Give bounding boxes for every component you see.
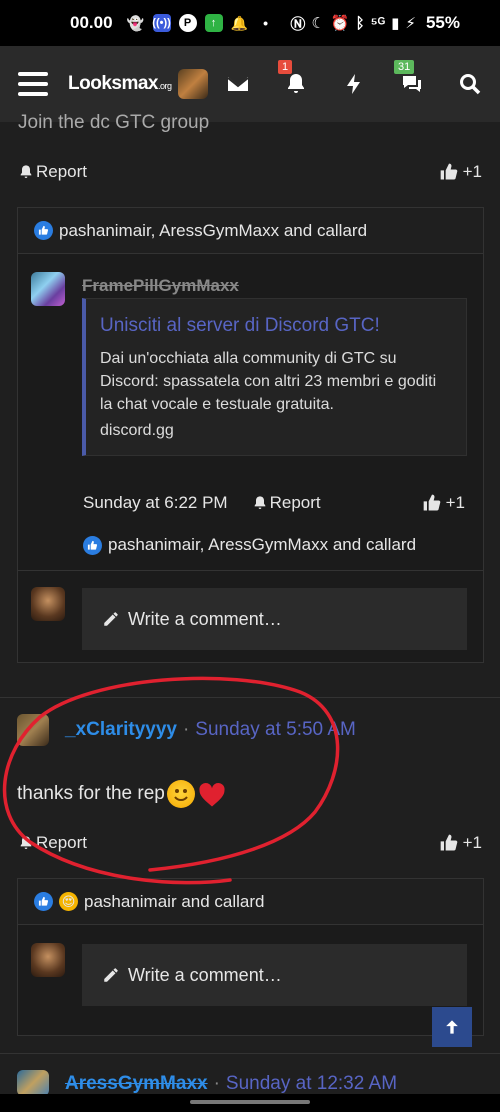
bell-report-icon xyxy=(254,496,265,509)
comment-author[interactable]: FramePillGymMaxx xyxy=(82,276,239,296)
comment-divider xyxy=(18,570,484,571)
post2-reactions-bar[interactable]: 😍 pashanimair and callard xyxy=(17,878,484,924)
report-label: Report xyxy=(269,493,321,512)
post2-actions: Report +1 xyxy=(0,828,500,858)
reactions-list: pashanimair, AressGymMaxx and callard xyxy=(108,535,417,554)
thumbs-up-icon xyxy=(440,163,457,180)
post-header: _xClarityyyy · Sunday at 5:50 AM xyxy=(17,719,356,741)
heart-eyes-reaction-icon: 😍 xyxy=(59,892,78,911)
cell-signal-icon: ▮ xyxy=(391,15,400,32)
write-comment-input[interactable]: Write a comment… xyxy=(82,944,467,1006)
pinterest-icon: P xyxy=(178,14,197,32)
post1-actions: Report +1 xyxy=(0,157,500,187)
like-count: +1 xyxy=(445,493,465,512)
comment-actions: Sunday at 6:22 PM Report +1 xyxy=(83,490,465,516)
bell-report-icon xyxy=(20,165,32,178)
reactions-list: pashanimair and callard xyxy=(84,891,265,911)
post-body: thanks for the rep xyxy=(17,780,227,808)
like-reaction-icon xyxy=(34,221,53,240)
battery-percent: 55% xyxy=(425,13,460,32)
notifications-badge: 1 xyxy=(278,60,293,74)
top-navbar: Looksmax.org 1 31 xyxy=(0,46,500,122)
embed-description: Dai un'occhiata alla community di GTC su… xyxy=(100,350,437,413)
discord-embed: Unisciti al server di Discord GTC! Dai u… xyxy=(82,298,467,456)
site-logo[interactable]: Looksmax.org xyxy=(68,73,172,95)
status-bar: 00.00 👻 ((•)) P ↑ 🔔 • Ⓝ ☾ ⏰ ᛒ ⁵ᴳ ▮ ⚡ 55% xyxy=(0,0,500,46)
search-icon[interactable] xyxy=(458,72,482,96)
nav-icons: 1 31 xyxy=(226,60,482,96)
embed-domain: discord.gg xyxy=(100,422,174,439)
post-body-text: thanks for the rep xyxy=(17,783,165,804)
lightning-icon[interactable] xyxy=(342,72,366,96)
bluetooth-icon: ᛒ xyxy=(355,14,365,32)
commenter-avatar[interactable] xyxy=(31,272,65,306)
write-comment-placeholder: Write a comment… xyxy=(128,964,282,985)
status-time: 00.00 xyxy=(70,13,113,32)
pencil-icon xyxy=(104,968,118,982)
arrow-up-icon xyxy=(446,1020,458,1034)
chat-icon[interactable]: 31 xyxy=(394,60,424,96)
bell-icon[interactable]: 1 xyxy=(278,60,308,96)
comment-reactions-bar[interactable]: pashanimair, AressGymMaxx and callard xyxy=(83,535,416,555)
status-app-icons: 👻 ((•)) P ↑ 🔔 • xyxy=(127,14,275,32)
like-button[interactable]: +1 xyxy=(439,833,482,853)
report-label: Report xyxy=(36,162,88,181)
like-button[interactable]: +1 xyxy=(439,162,482,182)
status-system-icons: Ⓝ ☾ ⏰ ᛒ ⁵ᴳ ▮ ⚡ 55% xyxy=(290,13,460,34)
snapchat-icon: 👻 xyxy=(126,14,145,31)
header-separator: · xyxy=(182,719,190,740)
network-label: ⁵ᴳ xyxy=(370,14,386,32)
embed-title-link[interactable]: Unisciti al server di Discord GTC! xyxy=(100,315,452,337)
thumbs-up-icon xyxy=(423,494,440,511)
post-time-link[interactable]: Sunday at 12:32 AM xyxy=(226,1073,397,1095)
pencil-icon xyxy=(104,612,118,626)
dnd-moon-icon: ☾ xyxy=(311,15,325,32)
post-author-link[interactable]: AressGymMaxx xyxy=(65,1073,208,1095)
alarm-icon: ⏰ xyxy=(330,15,350,32)
comment-time[interactable]: Sunday at 6:22 PM xyxy=(83,493,228,513)
report-button[interactable]: Report xyxy=(18,833,87,853)
charging-icon: ⚡ xyxy=(405,15,416,32)
bell-report-icon xyxy=(20,836,32,849)
nfc-icon: Ⓝ xyxy=(290,15,306,33)
post-time-link[interactable]: Sunday at 5:50 AM xyxy=(195,719,356,741)
like-count: +1 xyxy=(462,162,482,181)
like-count: +1 xyxy=(462,833,482,852)
signal-icon: ((•)) xyxy=(152,14,171,32)
reactions-list: pashanimair, AressGymMaxx and callard xyxy=(59,220,368,240)
user-avatar[interactable] xyxy=(177,69,208,99)
like-reaction-icon xyxy=(83,535,102,555)
report-label: Report xyxy=(36,833,88,852)
post-header: AressGymMaxx · Sunday at 12:32 AM xyxy=(17,1073,397,1095)
mail-icon[interactable] xyxy=(226,72,250,96)
post-divider xyxy=(0,1053,500,1054)
dot-icon: • xyxy=(263,15,268,31)
menu-icon[interactable] xyxy=(18,72,48,96)
write-comment-input[interactable]: Write a comment… xyxy=(82,588,467,650)
comment-report-button[interactable]: Report xyxy=(252,493,321,513)
logo-suffix: .org xyxy=(157,81,172,91)
post-divider xyxy=(0,697,500,698)
bell-status-icon: 🔔 xyxy=(230,14,249,31)
current-user-avatar xyxy=(31,587,65,621)
thumbs-up-icon xyxy=(440,834,457,851)
report-button[interactable]: Report xyxy=(18,162,87,182)
comment-like-button[interactable]: +1 xyxy=(422,493,465,513)
post1-reactions-bar[interactable]: pashanimair, AressGymMaxx and callard xyxy=(17,207,484,253)
upload-app-icon: ↑ xyxy=(204,14,223,32)
post-author-link[interactable]: _xClarityyyy xyxy=(65,719,177,741)
header-separator: · xyxy=(213,1073,220,1094)
scroll-to-top-button[interactable] xyxy=(432,1007,472,1047)
write-comment-placeholder: Write a comment… xyxy=(128,608,282,629)
post-body-cutoff: Join the dc GTC group xyxy=(18,112,210,133)
like-reaction-icon xyxy=(34,892,53,911)
home-indicator[interactable] xyxy=(190,1100,310,1104)
conversations-badge: 31 xyxy=(394,60,415,74)
smiley-emoji-icon xyxy=(166,780,195,808)
heart-emoji-icon xyxy=(197,780,227,808)
current-user-avatar xyxy=(31,943,65,977)
logo-text: Looksmax xyxy=(68,73,158,94)
